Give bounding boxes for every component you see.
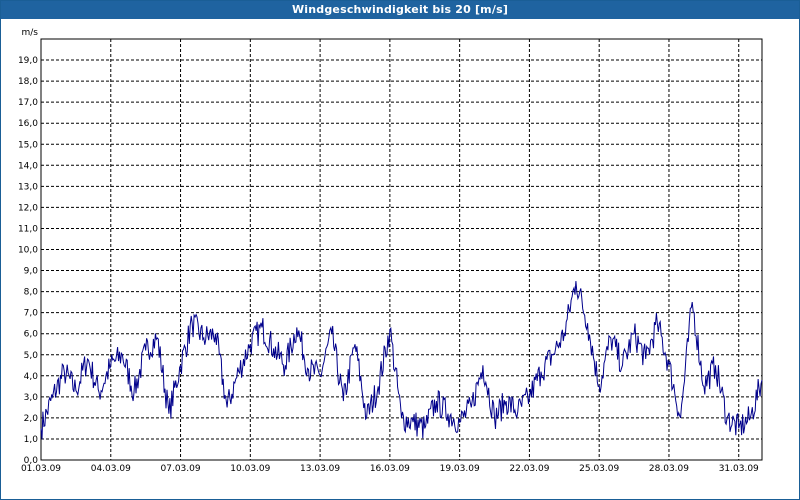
x-tick-label: 16.03.09: [370, 464, 410, 474]
wind-speed-chart: 0,01,02,03,04,05,06,07,08,09,010,011,012…: [18, 28, 763, 474]
y-tick-label: 5,0: [24, 351, 39, 361]
series-line: [40, 281, 763, 440]
y-tick-label: 17,0: [18, 98, 38, 108]
y-tick-label: 9,0: [24, 267, 39, 277]
y-tick-label: 14,0: [18, 161, 38, 171]
grid: [41, 39, 762, 460]
y-tick-label: 6,0: [24, 330, 39, 340]
x-tick-label: 31.03.09: [719, 464, 759, 474]
x-tick-label: 28.03.09: [649, 464, 689, 474]
y-tick-label: 4,0: [24, 372, 39, 382]
y-tick-label: 19,0: [18, 56, 38, 66]
y-tick-label: 15,0: [18, 140, 38, 150]
x-tick-label: 01.03.09: [21, 464, 61, 474]
y-tick-label: 3,0: [24, 393, 39, 403]
x-tick-label: 13.03.09: [300, 464, 340, 474]
y-tick-label: 16,0: [18, 119, 38, 129]
x-axis-ticks: 01.03.09 04.03.09 07.03.09 10.03.09 13.03.09…: [21, 464, 759, 474]
x-tick-label: 25.03.09: [579, 464, 619, 474]
y-tick-label: 13,0: [18, 182, 38, 192]
x-tick-label: 22.03.09: [509, 464, 549, 474]
x-tick-label: 07.03.09: [161, 464, 201, 474]
y-axis-ticks: 0,01,02,03,04,05,06,07,08,09,010,011,012…: [18, 56, 38, 466]
chart-window: Windgeschwindigkeit bis 20 [m/s] 0,0 1,0 2…: [0, 0, 800, 500]
window-title: Windgeschwindigkeit bis 20 [m/s]: [1, 1, 799, 19]
y-axis-label: m/s: [22, 28, 39, 38]
y-tick-label: 2,0: [24, 414, 39, 424]
y-tick-label: 12,0: [18, 203, 38, 213]
y-tick-label: 10,0: [18, 246, 38, 256]
y-tick-label: 7,0: [24, 309, 39, 319]
y-tick-label: 1,0: [24, 435, 39, 445]
y-tick-label: 8,0: [24, 288, 39, 298]
x-tick-label: 04.03.09: [91, 464, 131, 474]
x-tick-label: 19.03.09: [440, 464, 480, 474]
y-tick-label: 18,0: [18, 77, 38, 87]
y-tick-label: 11,0: [18, 224, 38, 234]
x-tick-label: 10.03.09: [230, 464, 270, 474]
